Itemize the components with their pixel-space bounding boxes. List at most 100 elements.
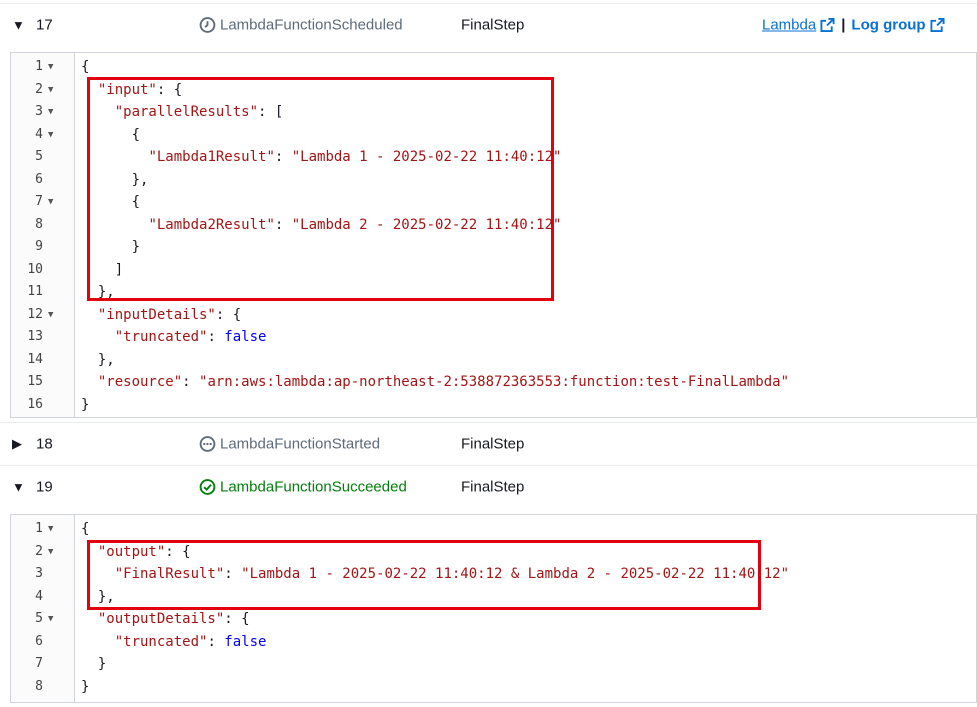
code-line: 8} xyxy=(11,676,976,699)
code-text: "input": { xyxy=(97,81,183,98)
link-separator: | xyxy=(841,16,846,34)
event-type-label: LambdaFunctionScheduled xyxy=(220,16,403,34)
event-number: 17 xyxy=(36,16,53,34)
code-text: "output": { xyxy=(97,543,191,560)
code-text: "Lambda2Result": "Lambda 2 - 2025-02-22 … xyxy=(148,216,562,233)
code-line: 4 }, xyxy=(11,586,976,609)
code-line: 6 }, xyxy=(11,169,976,192)
event-number: 19 xyxy=(36,478,53,496)
line-number: 12 xyxy=(27,306,43,322)
fold-arrow-icon[interactable]: ▼ xyxy=(48,191,53,214)
event-type: LambdaFunctionSucceeded xyxy=(199,479,407,496)
code-line: 5 ▼ "outputDetails": { xyxy=(11,608,976,631)
event-type-label: LambdaFunctionSucceeded xyxy=(220,478,407,496)
code-text: "parallelResults": [ xyxy=(114,104,284,120)
code-text: } xyxy=(81,396,90,413)
code-text: }, xyxy=(81,171,149,188)
line-number: 8 xyxy=(35,216,43,232)
resource-links: Lambda | Log group xyxy=(762,17,945,34)
line-number: 7 xyxy=(35,656,43,671)
external-link-icon xyxy=(820,17,835,33)
line-number: 9 xyxy=(35,239,43,254)
code-line: 15 "resource": "arn:aws:lambda:ap-northe… xyxy=(11,371,976,394)
fold-arrow-icon[interactable]: ▼ xyxy=(48,79,53,102)
fold-arrow-icon[interactable]: ▼ xyxy=(48,608,53,631)
ellipsis-circle-icon xyxy=(199,436,216,452)
expand-triangle-icon[interactable]: ▶ xyxy=(12,436,22,452)
code-text: }, xyxy=(81,351,115,368)
code-line: 5 "Lambda1Result": "Lambda 1 - 2025-02-2… xyxy=(11,146,976,169)
code-text: ] xyxy=(81,261,124,278)
line-number: 2 xyxy=(35,543,43,559)
code-text: } xyxy=(81,678,90,695)
event-type-label: LambdaFunctionStarted xyxy=(220,435,381,453)
line-number: 13 xyxy=(27,329,43,344)
line-number: 5 xyxy=(35,149,43,164)
log-group-link[interactable]: Log group xyxy=(851,16,945,34)
line-number: 7 xyxy=(35,194,43,209)
lambda-link[interactable]: Lambda xyxy=(762,17,835,34)
line-number: 1 xyxy=(35,59,43,74)
code-text: { xyxy=(81,126,141,143)
code-text: }, xyxy=(81,284,115,300)
code-line: 3 ▼ "parallelResults": [ xyxy=(11,101,976,124)
code-text: { xyxy=(81,194,141,210)
code-line: 10 ] xyxy=(11,259,976,282)
code-line: 1 ▼ { xyxy=(11,56,976,79)
line-number: 2 xyxy=(35,81,43,97)
code-text: "Lambda1Result": "Lambda 1 - 2025-02-22 … xyxy=(148,149,562,165)
line-number: 6 xyxy=(35,633,43,649)
event-type: LambdaFunctionScheduled xyxy=(199,17,403,34)
fold-arrow-icon[interactable]: ▼ xyxy=(48,541,53,564)
code-line: 14 }, xyxy=(11,349,976,372)
line-number: 14 xyxy=(27,351,43,367)
code-text: "truncated": false xyxy=(114,633,267,650)
event-type: LambdaFunctionStarted xyxy=(199,436,380,453)
line-number: 6 xyxy=(35,171,43,187)
code-text: "FinalResult": "Lambda 1 - 2025-02-22 11… xyxy=(114,566,790,582)
line-number: 15 xyxy=(27,374,43,389)
line-number: 11 xyxy=(27,284,43,299)
line-number: 4 xyxy=(35,588,43,604)
code-text: "truncated": false xyxy=(114,329,267,345)
code-line: 1 ▼ { xyxy=(11,518,976,541)
line-number: 5 xyxy=(35,611,43,626)
clock-icon xyxy=(199,17,216,33)
code-viewer-event-19[interactable]: 1 ▼ {2 ▼ "output": { 3 "FinalResult": "Lambd… xyxy=(10,514,977,703)
check-circle-icon xyxy=(199,479,216,495)
line-number: 4 xyxy=(35,126,43,142)
code-line: 9 } xyxy=(11,236,976,259)
code-line: 2 ▼ "input": { xyxy=(11,79,976,102)
event-row-17[interactable]: ▼ 17 LambdaFunctionScheduled FinalStep L… xyxy=(0,3,977,46)
code-text: "resource": "arn:aws:lambda:ap-northeast… xyxy=(97,374,790,390)
fold-arrow-icon[interactable]: ▼ xyxy=(48,56,53,79)
log-group-link-label: Log group xyxy=(851,16,926,34)
code-line: 7 } xyxy=(11,653,976,676)
code-line: 13 "truncated": false xyxy=(11,326,976,349)
line-number: 8 xyxy=(35,678,43,694)
step-name: FinalStep xyxy=(461,478,525,496)
code-line: 12 ▼ "inputDetails": { xyxy=(11,304,976,327)
code-text: { xyxy=(81,59,90,75)
step-name: FinalStep xyxy=(461,435,525,453)
line-number: 3 xyxy=(35,566,43,581)
fold-arrow-icon[interactable]: ▼ xyxy=(48,304,53,327)
code-line: 4 ▼ { xyxy=(11,124,976,147)
code-line: 6 "truncated": false xyxy=(11,631,976,654)
event-row-19[interactable]: ▼ 19 LambdaFunctionSucceeded FinalStep xyxy=(0,465,977,508)
line-number: 1 xyxy=(35,521,43,536)
code-line: 7 ▼ { xyxy=(11,191,976,214)
fold-arrow-icon[interactable]: ▼ xyxy=(48,124,53,147)
collapse-triangle-icon[interactable]: ▼ xyxy=(12,480,25,495)
code-viewer-event-17[interactable]: 1 ▼ {2 ▼ "input": {3 ▼ "parallelResults": [4… xyxy=(10,52,977,418)
line-number: 10 xyxy=(27,261,43,277)
line-number: 16 xyxy=(27,396,43,412)
fold-arrow-icon[interactable]: ▼ xyxy=(48,101,53,124)
external-link-icon xyxy=(930,17,945,33)
code-text: { xyxy=(81,521,90,537)
event-row-18[interactable]: ▶ 18 LambdaFunctionStarted FinalStep xyxy=(0,422,977,465)
lambda-link-label: Lambda xyxy=(762,16,817,34)
collapse-triangle-icon[interactable]: ▼ xyxy=(12,18,25,33)
event-number: 18 xyxy=(36,435,53,453)
fold-arrow-icon[interactable]: ▼ xyxy=(48,518,53,541)
